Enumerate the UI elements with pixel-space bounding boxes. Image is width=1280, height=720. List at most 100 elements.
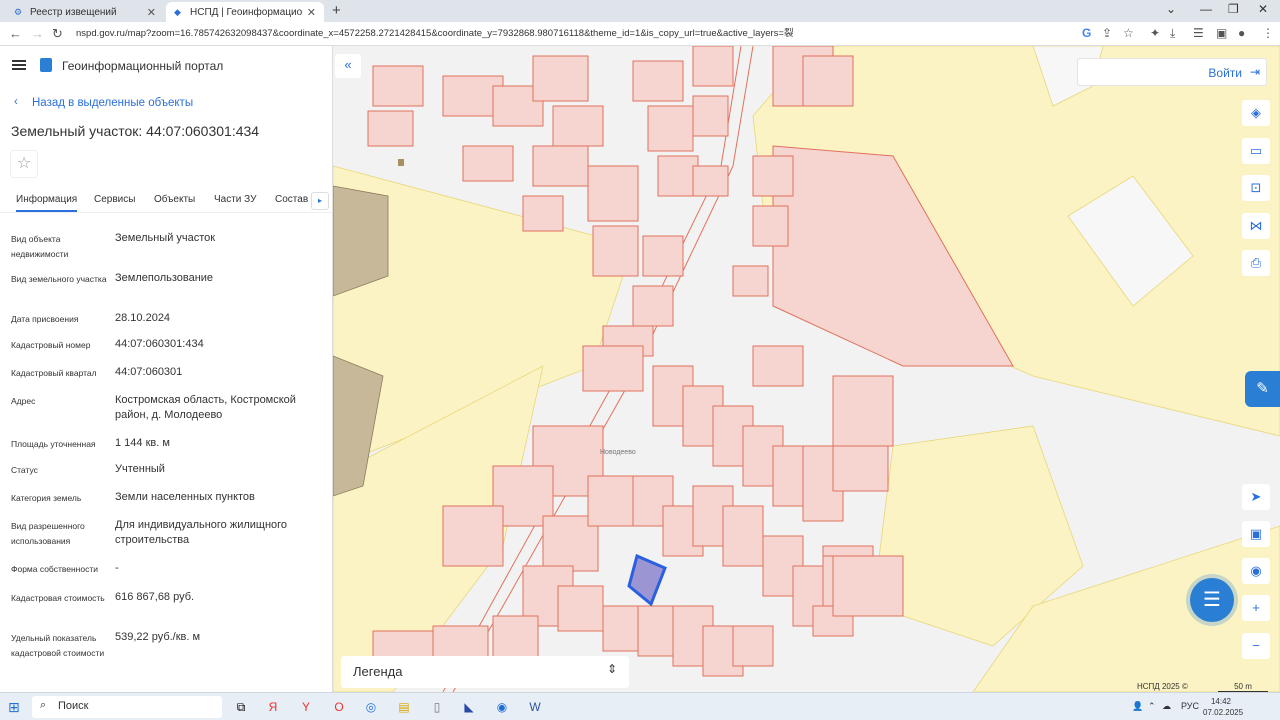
map-parcel [732, 625, 774, 667]
field-label: Площадь уточненная [11, 439, 96, 449]
print-icon[interactable]: ⎙ [1242, 250, 1270, 276]
map-canvas[interactable] [333, 46, 1280, 692]
info-tabs: Информация Сервисы Объекты Части ЗУ Сост… [0, 189, 332, 213]
zoom-in-icon[interactable]: + [1242, 595, 1270, 621]
forward-arrow-icon[interactable]: → [31, 26, 44, 41]
field-label: Форма собственности [11, 564, 98, 574]
chat-icon[interactable]: ☰ [1190, 578, 1234, 622]
chrome-icon[interactable]: ◉ [493, 698, 511, 716]
field-value: Земельный участок [115, 232, 216, 244]
field-label: Кадастровая стоимость [11, 593, 105, 603]
user-tray-icon[interactable]: 👤 [1132, 701, 1143, 712]
map-parcel [722, 505, 764, 567]
login-button[interactable]: Войти ⇥ [1077, 58, 1267, 86]
folder-icon[interactable]: ▤ [395, 698, 413, 716]
tab-information[interactable]: Информация [16, 194, 78, 212]
cadastral-map[interactable]: Новодеево « Войти ⇥ ◈ ▭ ⊡ ⋈ ⎙ ✎ ➤ ▣ ◉ + … [333, 46, 1280, 692]
google-icon[interactable]: G [1082, 26, 1091, 40]
tab-search-icon[interactable]: ⌄ [1166, 2, 1176, 16]
clock[interactable]: 14:42 07.02.2025 [1203, 696, 1243, 718]
opera-icon[interactable]: O [330, 698, 348, 716]
extensions-icon[interactable]: ✦ [1150, 26, 1160, 40]
tab-objects[interactable]: Объекты [154, 194, 195, 205]
field-value: 1 144 кв. м [115, 437, 170, 449]
map-parcel [442, 505, 504, 567]
map-parcel [752, 155, 794, 197]
edge-icon[interactable]: ◎ [362, 698, 380, 716]
map-parcel [632, 285, 674, 327]
share-icon[interactable]: ⇪ [1102, 26, 1112, 40]
site-icon: ⚙ [14, 7, 23, 17]
browser-tab-nspd[interactable]: ◆ НСПД | Геоинформационный п ✕ [166, 2, 324, 22]
map-parcel [647, 105, 694, 152]
close-window-icon[interactable]: ✕ [1258, 2, 1268, 16]
feedback-side-icon[interactable]: ✎ [1245, 371, 1280, 407]
map-parcel [832, 375, 894, 447]
browser-tab-registry[interactable]: ⚙ Реестр извещений ✕ [6, 2, 164, 22]
map-parcel [587, 165, 639, 222]
side-panel-icon[interactable]: ▣ [1216, 26, 1227, 40]
network-icon[interactable]: ☁ [1162, 701, 1171, 712]
tab-composition[interactable]: Состав [275, 194, 308, 205]
locate-icon[interactable]: ➤ [1242, 484, 1270, 510]
tab-parts[interactable]: Части ЗУ [214, 194, 256, 205]
tab-label: НСПД | Геоинформационный п [190, 6, 303, 18]
collapse-panel-icon[interactable]: « [335, 54, 361, 78]
field-value: Для индивидуального жилищного строительс… [115, 519, 288, 546]
tab-services[interactable]: Сервисы [94, 194, 135, 205]
search-icon: ⌕ [40, 699, 47, 711]
app-icon[interactable]: ◣ [460, 698, 478, 716]
login-label: Войти [1208, 66, 1242, 80]
reload-icon[interactable]: ↻ [52, 26, 63, 42]
taskbar-search[interactable]: ⌕ Поиск [32, 696, 222, 718]
field-label: Вид разрешенного использования [11, 521, 85, 546]
field-label: Дата присвоения [11, 314, 79, 324]
favorite-star-icon[interactable]: ☆ [10, 150, 38, 178]
map-parcel [657, 155, 699, 197]
close-icon[interactable]: ✕ [307, 6, 316, 19]
map-parcel [832, 555, 904, 617]
yandex-browser-icon[interactable]: Я [264, 698, 282, 716]
hamburger-menu-icon[interactable] [12, 60, 26, 70]
task-view-icon[interactable]: ⧉ [232, 698, 250, 716]
chevron-up-icon[interactable]: ⌃ [1148, 701, 1156, 712]
reading-list-icon[interactable]: ☰ [1193, 26, 1204, 40]
map-parcel [692, 95, 729, 137]
menu-dots-icon[interactable]: ⋮ [1262, 26, 1274, 40]
select-area-icon[interactable]: ⊡ [1242, 175, 1270, 201]
address-bar[interactable]: nspd.gov.ru/map?zoom=16.785742632098437&… [76, 25, 1076, 43]
map-parcel [692, 46, 734, 87]
zoom-out-icon[interactable]: − [1242, 633, 1270, 659]
close-icon[interactable]: ✕ [147, 6, 156, 19]
map-parcel [552, 105, 604, 147]
legend-dropdown[interactable]: Легенда ⇕ [341, 656, 629, 688]
yandex-icon[interactable]: Y [297, 698, 315, 716]
language-indicator[interactable]: РУС [1181, 701, 1199, 711]
field-label: Вид земельного участка [11, 274, 107, 284]
maximize-icon[interactable]: ❐ [1228, 2, 1239, 16]
back-arrow-icon[interactable]: ← [9, 26, 22, 41]
bookmark-star-icon[interactable]: ☆ [1123, 26, 1134, 40]
tabs-next-arrow-icon[interactable]: ▸ [311, 192, 329, 210]
document-icon[interactable]: ▯ [428, 698, 446, 716]
layers-icon[interactable]: ◈ [1242, 100, 1270, 126]
location-pin-icon[interactable]: ◉ [1242, 558, 1270, 584]
back-to-selected-link[interactable]: Назад в выделенные объекты [32, 97, 193, 109]
share-icon[interactable]: ⋈ [1242, 213, 1270, 239]
windows-start-icon[interactable]: ⊞ [8, 699, 20, 716]
map-parcel [632, 60, 684, 102]
ruler-icon[interactable]: ▭ [1242, 138, 1270, 164]
map-parcel [372, 65, 424, 107]
field-value: 44:07:060301 [115, 366, 183, 378]
field-label: Адрес [11, 396, 36, 406]
word-icon[interactable]: W [526, 698, 544, 716]
download-icon[interactable]: ⤓ [1170, 26, 1175, 41]
field-label: Кадастровый квартал [11, 368, 97, 378]
minimize-icon[interactable]: — [1200, 2, 1212, 16]
profile-icon[interactable]: ● [1238, 26, 1245, 40]
new-tab-button[interactable]: + [332, 2, 341, 19]
field-value: Земли населенных пунктов [115, 491, 255, 503]
minimap-icon[interactable]: ▣ [1242, 521, 1270, 547]
field-label: Категория земель [11, 493, 82, 503]
chevron-left-icon[interactable]: ‹ [14, 96, 18, 108]
